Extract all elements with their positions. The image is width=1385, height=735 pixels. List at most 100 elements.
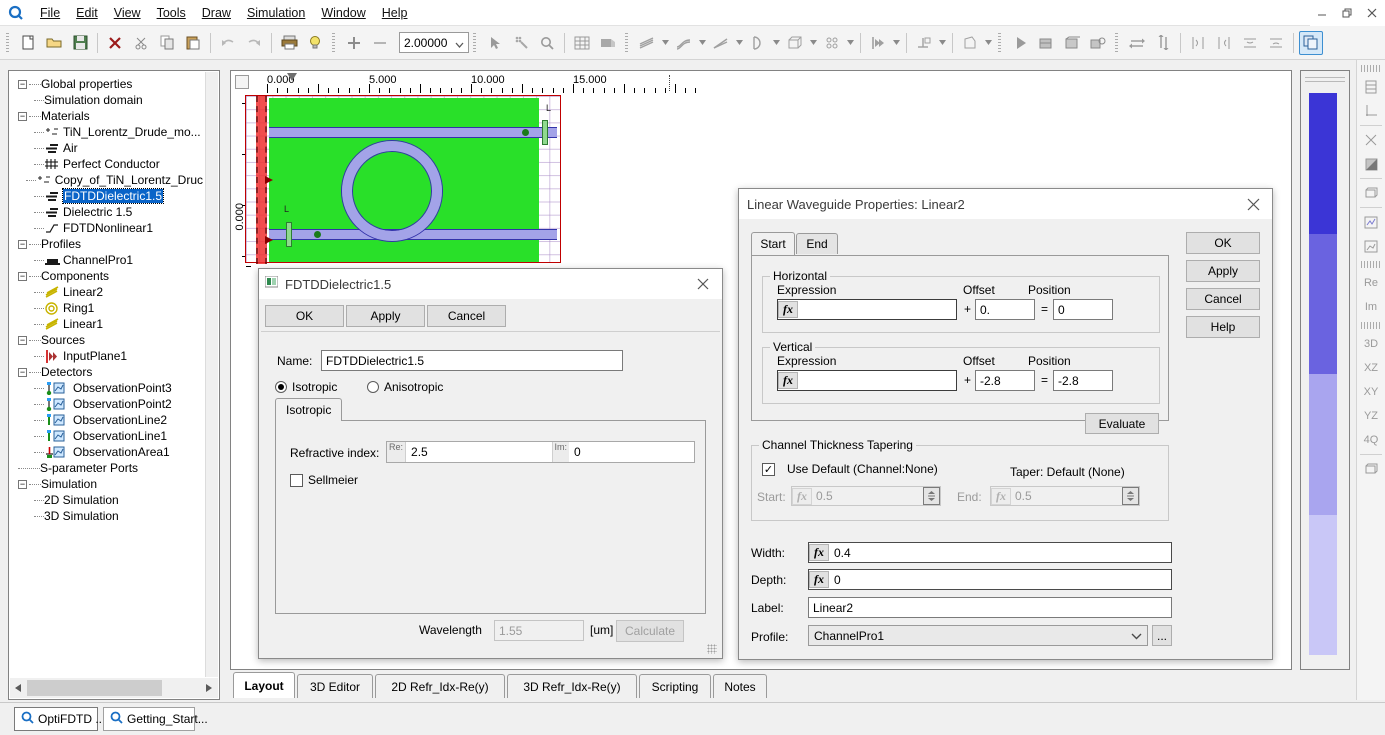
tree-expander-collapse-icon[interactable]: − [18, 479, 27, 489]
tree-item-3d-simulation[interactable]: 3D Simulation [12, 508, 203, 524]
tree-item-linear2[interactable]: Linear2 [12, 284, 203, 300]
toolbar-grip[interactable] [624, 31, 631, 54]
swap-vertical-icon[interactable] [1151, 31, 1175, 55]
tree-item-s-parameter-ports[interactable]: S-parameter Ports [12, 460, 203, 476]
tree-expander-collapse-icon[interactable]: − [18, 111, 27, 121]
function-icon[interactable]: fx [809, 571, 829, 588]
anisotropic-radio[interactable] [367, 381, 379, 393]
tree-item-fdtdnonlinear1[interactable]: FDTDNonlinear1 [12, 220, 203, 236]
use-default-option[interactable]: ✓ Use Default (Channel:None) [762, 462, 938, 476]
tab-3d-refr-idx[interactable]: 3D Refr_Idx-Re(y) [507, 674, 637, 698]
material-name-field[interactable]: FDTDDielectric1.5 [321, 350, 623, 371]
isotropic-radio-option[interactable]: Isotropic [275, 380, 337, 394]
fill-region-icon[interactable] [596, 31, 620, 55]
align-top-icon[interactable] [1238, 31, 1262, 55]
tree-item-components[interactable]: − Components [12, 268, 203, 284]
taper-start-field[interactable]: fx 0.5 [791, 486, 941, 506]
detector-icon[interactable] [912, 31, 936, 55]
tree-item-perfect-conductor[interactable]: Perfect Conductor [12, 156, 203, 172]
function-icon[interactable]: fx [809, 544, 829, 561]
refractive-index-field[interactable]: Re: 2.5 Im: 0 [386, 441, 695, 463]
toolbar-grip[interactable] [1361, 261, 1381, 268]
open-folder-icon[interactable] [42, 31, 66, 55]
observation-line-2[interactable] [542, 120, 548, 145]
box-view2-icon[interactable] [1359, 457, 1384, 481]
anisotropic-radio-option[interactable]: Anisotropic [367, 380, 443, 394]
chevron-down-icon[interactable] [891, 31, 902, 55]
sellmeier-checkbox[interactable] [290, 473, 303, 487]
tree-item-dielectric-1-5[interactable]: Dielectric 1.5 [12, 204, 203, 220]
menu-window[interactable]: Window [313, 2, 373, 24]
function-icon[interactable]: fx [778, 372, 798, 389]
project-tree[interactable]: − Global properties Simulation domain − Mate… [10, 72, 205, 677]
undo-icon[interactable] [216, 31, 240, 55]
tree-item-observationline1[interactable]: ObservationLine1 [12, 428, 203, 444]
fdtd-dielectric-dialog[interactable]: FDTDDielectric1.5 OK Apply Cancel Name: … [258, 268, 723, 659]
menu-file[interactable]: File [32, 2, 68, 24]
legend-scroll-handle[interactable] [1305, 74, 1345, 86]
observation-line-1[interactable] [286, 222, 292, 247]
cut-scissors-icon[interactable] [129, 31, 153, 55]
tab-end[interactable]: End [796, 233, 838, 254]
tree-item-inputplane1[interactable]: InputPlane1 [12, 348, 203, 364]
tree-item-simulation-domain[interactable]: Simulation domain [12, 92, 203, 108]
taper-waveguide-icon[interactable] [709, 31, 733, 55]
print-icon[interactable] [277, 31, 301, 55]
vertical-expression-field[interactable]: fx [777, 370, 957, 391]
help-bulb-icon[interactable] [303, 31, 327, 55]
align-left-icon[interactable] [1186, 31, 1210, 55]
graph-up-icon[interactable] [1359, 210, 1384, 234]
polygon-icon[interactable] [958, 31, 982, 55]
menu-view[interactable]: View [106, 2, 149, 24]
tree-item-observationarea1[interactable]: ObservationArea1 [12, 444, 203, 460]
waveguide-ok-button[interactable]: OK [1186, 232, 1260, 254]
chevron-down-icon[interactable] [983, 31, 994, 55]
waveguide-apply-button[interactable]: Apply [1186, 260, 1260, 282]
evaluate-button[interactable]: Evaluate [1085, 413, 1159, 434]
layers-panel-icon[interactable] [1359, 75, 1384, 99]
mesh-refine-icon[interactable] [1359, 128, 1384, 152]
graph-area-icon[interactable] [1359, 234, 1384, 258]
menu-draw[interactable]: Draw [194, 2, 239, 24]
contrast-icon[interactable] [1359, 152, 1384, 176]
function-icon[interactable]: fx [991, 487, 1011, 505]
taper-start-stepper[interactable] [923, 487, 940, 505]
vertical-offset-field[interactable]: -2.8 [975, 370, 1035, 391]
zoom-in-plus-icon[interactable] [342, 31, 366, 55]
use-default-checkbox[interactable]: ✓ [762, 462, 775, 476]
scroll-thumb[interactable] [27, 680, 162, 696]
tab-scripting[interactable]: Scripting [639, 674, 711, 698]
grid-icon[interactable] [570, 31, 594, 55]
tree-item-tin-lorentz-drude-mo[interactable]: TiN_Lorentz_Drude_mo... [12, 124, 203, 140]
chevron-down-icon[interactable] [1131, 629, 1142, 643]
linear-waveguide-icon[interactable] [635, 31, 659, 55]
select-arrow-icon[interactable] [483, 31, 507, 55]
toolbar-grip[interactable] [1361, 322, 1381, 329]
width-field[interactable]: fx 0.4 [808, 542, 1172, 563]
layout-drawing[interactable]: L L [245, 95, 575, 285]
tree-horizontal-scrollbar[interactable] [10, 678, 218, 698]
view-xy-icon[interactable]: XY [1359, 380, 1384, 404]
zoom-level-combo[interactable]: 2.00000 [399, 32, 469, 53]
tree-expander-collapse-icon[interactable]: − [18, 271, 27, 281]
ruler-corner-box[interactable] [235, 75, 249, 89]
tree-item-ring1[interactable]: Ring1 [12, 300, 203, 316]
taskbar-button-optifdtd[interactable]: OptiFDTD ... [14, 707, 105, 731]
toolbar-grip[interactable] [1361, 65, 1381, 72]
view-3d-icon[interactable]: 3D [1359, 332, 1384, 356]
resize-grip[interactable] [707, 644, 717, 654]
calculate-button[interactable]: Calculate [616, 620, 684, 642]
tree-item-detectors[interactable]: − Detectors [12, 364, 203, 380]
tree-expander-collapse-icon[interactable]: − [18, 79, 27, 89]
tree-vertical-scrollbar[interactable] [205, 72, 218, 677]
tree-item-air[interactable]: Air [12, 140, 203, 156]
tree-item-sources[interactable]: − Sources [12, 332, 203, 348]
waveguide-cancel-button[interactable]: Cancel [1186, 288, 1260, 310]
taper-end-stepper[interactable] [1122, 487, 1139, 505]
imag-part-icon[interactable]: Im [1359, 295, 1384, 319]
view-4q-icon[interactable]: 4Q [1359, 428, 1384, 452]
function-icon[interactable]: fx [792, 487, 812, 505]
copy-window-icon[interactable] [1299, 30, 1323, 55]
chevron-down-icon[interactable] [734, 31, 745, 55]
cube-3d-icon[interactable] [783, 31, 807, 55]
